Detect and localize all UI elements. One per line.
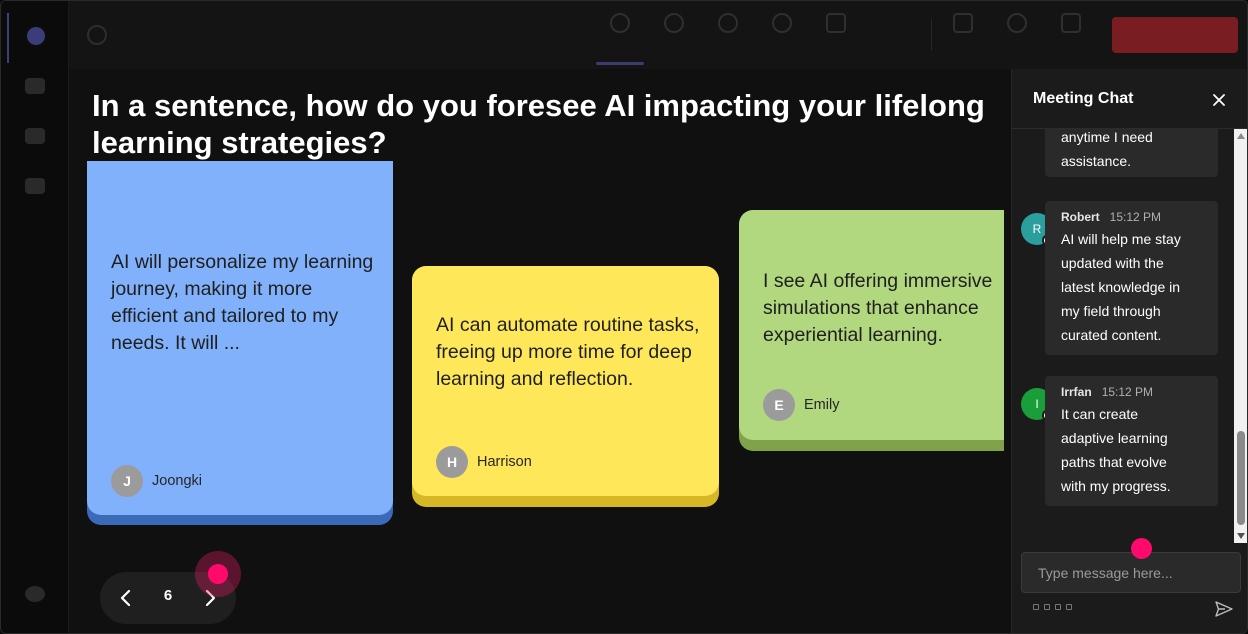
chevron-left-icon <box>120 589 131 607</box>
card-face: AI can automate routine tasks, freeing u… <box>412 266 719 496</box>
toolbar-raise-button[interactable] <box>704 13 752 59</box>
rail-item-activity[interactable] <box>7 13 63 63</box>
more-icon <box>880 13 900 33</box>
toolbar-react-button[interactable] <box>758 13 806 59</box>
rail-item-help[interactable] <box>7 571 63 621</box>
toolbar-more-button[interactable] <box>866 13 914 59</box>
message-line: assistance. <box>1061 153 1132 169</box>
gif-icon[interactable] <box>1066 604 1072 610</box>
card-face: I see AI offering immersive simulations … <box>739 210 1019 440</box>
chat-messages: anytime I need assistance. R Robert 15:12… <box>1012 129 1242 543</box>
toolbar-view-button[interactable] <box>812 13 860 59</box>
click-indicator <box>208 564 228 584</box>
card-author: J Joongki <box>111 465 202 497</box>
author-name: Harrison <box>477 454 532 470</box>
avatar: J <box>111 465 143 497</box>
help-icon <box>25 585 45 602</box>
avatar: E <box>763 389 795 421</box>
message-line: anytime I need <box>1061 129 1153 145</box>
hand-icon <box>718 13 738 33</box>
sender-name: Robert <box>1061 210 1100 224</box>
question-heading: In a sentence, how do you foresee AI imp… <box>92 88 985 160</box>
message-line: latest knowledge in <box>1061 279 1181 295</box>
chat-title: Meeting Chat <box>1033 90 1134 107</box>
share-icon <box>1061 13 1081 33</box>
activity-icon <box>27 26 45 45</box>
chat-formatting-tools <box>1033 604 1072 610</box>
card-text: I see AI offering immersive simulations … <box>763 270 993 346</box>
message-line: with my progress. <box>1061 478 1171 494</box>
toolbar-share-button[interactable] <box>1047 13 1095 59</box>
meeting-chat-panel: Meeting Chat anytime I need assistance. … <box>1011 69 1247 633</box>
meeting-toolbar <box>69 1 1247 69</box>
author-name: Joongki <box>152 473 202 489</box>
smiley-icon <box>772 13 792 33</box>
avatar-initial: I <box>1035 397 1039 411</box>
card-author: H Harrison <box>436 446 532 478</box>
card-text: AI will personalize my learning journey,… <box>111 251 374 354</box>
shield-icon <box>87 25 107 45</box>
response-card[interactable]: I see AI offering immersive simulations … <box>739 210 1019 451</box>
close-chat-button[interactable] <box>1208 89 1230 111</box>
rail-item-chat[interactable] <box>7 63 63 113</box>
mic-icon <box>1007 13 1027 33</box>
avatar: H <box>436 446 468 478</box>
leave-button[interactable] <box>1112 17 1238 53</box>
response-card[interactable]: AI will personalize my learning journey,… <box>87 161 393 525</box>
message-line: my field through <box>1061 303 1161 319</box>
message-line: curated content. <box>1061 327 1162 343</box>
message-line: It can create <box>1061 406 1139 422</box>
card-face: AI will personalize my learning journey,… <box>87 161 393 515</box>
click-indicator <box>1131 538 1152 559</box>
page-number: 6 <box>163 587 173 604</box>
message-time: 15:12 PM <box>1101 385 1154 399</box>
left-rail <box>1 1 69 633</box>
previous-page-button[interactable] <box>114 586 138 610</box>
response-card[interactable]: AI can automate routine tasks, freeing u… <box>412 266 719 507</box>
scroll-up-icon[interactable] <box>1237 133 1245 139</box>
rail-item-teams[interactable] <box>7 113 63 163</box>
chat-header: Meeting Chat <box>1012 69 1247 129</box>
close-icon <box>1213 94 1225 106</box>
message-meta: Robert 15:12 PM <box>1061 209 1202 225</box>
emoji-icon[interactable] <box>1055 604 1061 610</box>
message-line: paths that evolve <box>1061 454 1167 470</box>
card-author: E Emily <box>763 389 839 421</box>
message-line: adaptive learning <box>1061 430 1168 446</box>
scrollbar-thumb[interactable] <box>1237 431 1245 525</box>
format-icon[interactable] <box>1033 604 1039 610</box>
camera-icon <box>953 13 973 33</box>
message-line: AI will help me stay <box>1061 231 1181 247</box>
chat-message: Robert 15:12 PM AI will help me stay upda… <box>1045 201 1218 355</box>
card-text: AI can automate routine tasks, freeing u… <box>436 314 700 390</box>
message-line: updated with the <box>1061 255 1164 271</box>
author-name: Emily <box>804 397 840 413</box>
toolbar-camera-button[interactable] <box>939 13 987 59</box>
send-button[interactable] <box>1214 599 1234 619</box>
rail-item-calendar[interactable] <box>7 163 63 213</box>
chat-icon <box>25 77 45 94</box>
attach-icon[interactable] <box>1044 604 1050 610</box>
toolbar-mic-button[interactable] <box>993 13 1041 59</box>
message-meta: Irrfan 15:12 PM <box>1061 384 1202 400</box>
avatar-initial: R <box>1032 222 1042 236</box>
message-time: 15:12 PM <box>1109 210 1162 224</box>
toolbar-divider <box>931 19 932 51</box>
chat-message: Irrfan 15:12 PM It can create adaptive le… <box>1045 376 1218 506</box>
chat-message: anytime I need assistance. <box>1045 129 1218 177</box>
chat-message-input[interactable] <box>1021 552 1241 593</box>
toolbar-people-button[interactable] <box>650 13 698 59</box>
people-icon <box>664 13 684 33</box>
chat-bubble-icon <box>610 13 630 33</box>
teams-icon <box>25 127 45 144</box>
toolbar-chat-button[interactable] <box>596 13 644 65</box>
calendar-icon <box>25 177 45 194</box>
send-icon <box>1215 601 1233 617</box>
grid-icon <box>826 13 846 33</box>
chat-scrollbar[interactable] <box>1234 129 1247 543</box>
scroll-down-icon[interactable] <box>1237 533 1245 539</box>
sender-name: Irrfan <box>1061 385 1092 399</box>
app-window: In a sentence, how do you foresee AI imp… <box>0 0 1248 634</box>
